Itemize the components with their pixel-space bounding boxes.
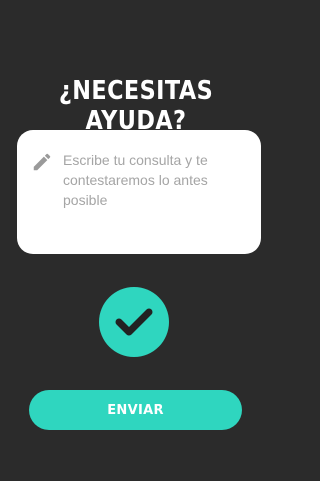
success-indicator	[99, 287, 169, 357]
message-card	[17, 130, 261, 254]
check-icon	[115, 308, 153, 336]
send-button[interactable]: ENVIAR	[29, 390, 242, 430]
pencil-icon	[31, 151, 53, 173]
message-input[interactable]	[63, 150, 247, 240]
page-title: ¿NECESITAS AYUDA?	[58, 76, 214, 136]
